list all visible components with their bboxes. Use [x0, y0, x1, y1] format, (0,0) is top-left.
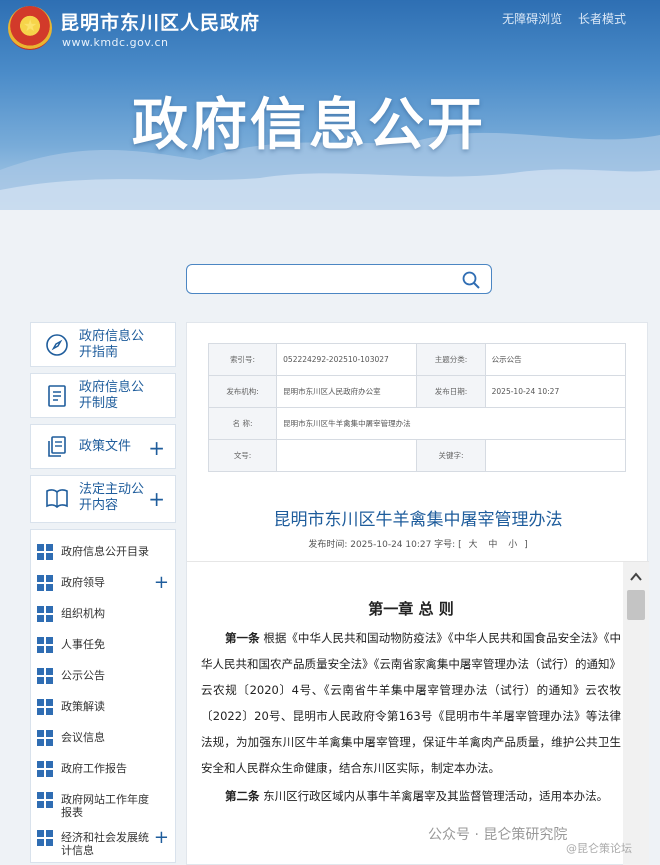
list-item-label: 政府领导: [61, 576, 105, 589]
font-size-small[interactable]: 小: [508, 540, 517, 550]
meta-key: 主题分类:: [416, 343, 486, 376]
sidebar-subitem-appointments[interactable]: 人事任免: [31, 631, 175, 662]
header-banner: ★ 昆明市东川区人民政府 www.kmdc.gov.cn 无障碍浏览 长者模式 …: [0, 0, 660, 210]
meta-key: 发布日期:: [416, 375, 486, 408]
sidebar-subitem-statistics[interactable]: 经济和社会发展统计信息 +: [31, 824, 175, 862]
article-content: 第一章 总 则 第一条 根据《中华人民共和国动物防疫法》《中华人民共和国食品安全…: [201, 598, 621, 811]
sidebar-item-label: 政策文件: [79, 439, 132, 454]
grid-icon: [37, 761, 53, 777]
expand-plus-icon[interactable]: +: [148, 487, 165, 511]
scrollbar[interactable]: [623, 562, 649, 865]
publish-info: 发布时间: 2025-10-24 10:27 字号: [ 大 中 小 ]: [187, 537, 649, 550]
search-icon[interactable]: [461, 270, 481, 290]
article-paragraph: 第二条 东川区行政区域内从事牛羊禽屠宰及其监督管理活动，适用本办法。: [201, 783, 621, 809]
sidebar: 政府信息公开指南 政府信息公开制度 政策文件 + 法定主动公开内容 + 政府信息…: [30, 322, 176, 863]
meta-key: 发布机构:: [207, 375, 278, 408]
font-size-medium[interactable]: 中: [488, 540, 497, 550]
sidebar-subitem-annual-report[interactable]: 政府网站工作年度报表: [31, 786, 175, 824]
list-item-label: 人事任免: [61, 638, 105, 651]
sidebar-subitem-leaders[interactable]: 政府领导 +: [31, 569, 175, 600]
elder-mode-link[interactable]: 长者模式: [578, 12, 626, 26]
site-url: www.kmdc.gov.cn: [62, 36, 169, 49]
article-paragraph: 第一条 根据《中华人民共和国动物防疫法》《中华人民共和国食品安全法》《中华人民共…: [201, 625, 621, 781]
grid-icon: [37, 606, 53, 622]
content-panel: 索引号: 052224292-202510-103027 主题分类: 公示公告 …: [186, 322, 649, 865]
grid-icon: [37, 575, 53, 591]
national-emblem-icon: ★: [8, 6, 52, 50]
expand-plus-icon[interactable]: +: [154, 572, 169, 593]
book-icon: [46, 489, 68, 509]
sidebar-subitem-meetings[interactable]: 会议信息: [31, 724, 175, 755]
list-item-label: 政府网站工作年度报表: [61, 793, 149, 819]
list-item-label: 政府工作报告: [61, 762, 127, 775]
grid-icon: [37, 544, 53, 560]
top-links: 无障碍浏览 长者模式: [490, 10, 626, 27]
expand-plus-icon[interactable]: +: [154, 827, 169, 848]
watermark: 公众号 · 昆仑策研究院: [428, 827, 568, 843]
publish-suffix: ]: [524, 540, 528, 550]
sidebar-subitem-announcements[interactable]: 公示公告: [31, 662, 175, 693]
sidebar-item-guide[interactable]: 政府信息公开指南: [30, 322, 176, 367]
article-clause-lead: 第二条: [225, 789, 260, 803]
meta-value: 2025-10-24 10:27: [484, 375, 627, 408]
banner-title: 政府信息公开: [132, 93, 486, 158]
meta-key: 关键字:: [416, 439, 486, 472]
list-item-label: 政府信息公开目录: [61, 545, 149, 558]
grid-icon: [37, 830, 53, 846]
list-item-label: 组织机构: [61, 607, 105, 620]
grid-icon: [37, 637, 53, 653]
article-body[interactable]: 第一章 总 则 第一条 根据《中华人民共和国动物防疫法》《中华人民共和国食品安全…: [187, 561, 649, 865]
chapter-heading: 第一章 总 则: [368, 600, 454, 618]
font-size-large[interactable]: 大: [468, 540, 477, 550]
article-clause-lead: 第一条: [225, 631, 260, 645]
list-item-label: 会议信息: [61, 731, 105, 744]
sidebar-subitem-interpretation[interactable]: 政策解读: [31, 693, 175, 724]
scroll-up-arrow-icon[interactable]: [629, 570, 643, 584]
sidebar-item-label: 政府信息公开制度: [79, 380, 145, 411]
sidebar-subitem-organization[interactable]: 组织机构: [31, 600, 175, 631]
search-input[interactable]: [195, 265, 455, 293]
article-clause-text: 东川区行政区域内从事牛羊禽屠宰及其监督管理活动，适用本办法。: [259, 789, 609, 803]
compass-icon: [46, 334, 68, 356]
grid-icon: [37, 668, 53, 684]
meta-value: [484, 439, 627, 472]
sidebar-subitem-work-report[interactable]: 政府工作报告: [31, 755, 175, 786]
sidebar-item-label: 法定主动公开内容: [79, 482, 145, 513]
list-item-label: 经济和社会发展统计信息: [61, 831, 149, 857]
sidebar-sub-list: 政府信息公开目录 政府领导 + 组织机构 人事任免 公示公告 政策解读 会议信息: [30, 529, 176, 863]
meta-value: [276, 439, 418, 472]
document-title: 昆明市东川区牛羊禽集中屠宰管理办法: [273, 510, 563, 530]
document-icon: [48, 385, 66, 407]
search-box: [186, 264, 492, 294]
sidebar-item-statutory[interactable]: 法定主动公开内容 +: [30, 475, 176, 523]
meta-value: 昆明市东川区人民政府办公室: [276, 375, 418, 408]
grid-icon: [37, 730, 53, 746]
publish-prefix: 发布时间: 2025-10-24 10:27 字号: [: [308, 540, 462, 550]
metadata-table: 索引号: 052224292-202510-103027 主题分类: 公示公告 …: [207, 343, 627, 472]
list-item-label: 公示公告: [61, 669, 105, 682]
grid-icon: [37, 792, 53, 808]
sidebar-item-system[interactable]: 政府信息公开制度: [30, 373, 176, 418]
expand-plus-icon[interactable]: +: [148, 436, 165, 460]
meta-key: 索引号:: [207, 343, 278, 376]
sidebar-subitem-catalog[interactable]: 政府信息公开目录: [31, 538, 175, 569]
accessibility-link[interactable]: 无障碍浏览: [502, 12, 562, 26]
meta-key: 文号:: [207, 439, 278, 472]
meta-key: 名 称:: [207, 407, 278, 440]
grid-icon: [37, 699, 53, 715]
list-item-label: 政策解读: [61, 700, 105, 713]
file-copy-icon: [48, 436, 66, 457]
watermark-handle: @昆仑策论坛: [566, 842, 632, 855]
sidebar-item-policy[interactable]: 政策文件 +: [30, 424, 176, 469]
meta-value: 昆明市东川区牛羊禽集中屠宰管理办法: [276, 407, 626, 440]
meta-value: 052224292-202510-103027: [276, 343, 418, 376]
article-clause-text: 根据《中华人民共和国动物防疫法》《中华人民共和国食品安全法》《中华人民共和国农产…: [201, 631, 622, 775]
scroll-thumb[interactable]: [627, 590, 645, 620]
sidebar-item-label: 政府信息公开指南: [79, 329, 145, 360]
site-name[interactable]: 昆明市东川区人民政府: [60, 8, 260, 35]
meta-value: 公示公告: [484, 343, 627, 376]
